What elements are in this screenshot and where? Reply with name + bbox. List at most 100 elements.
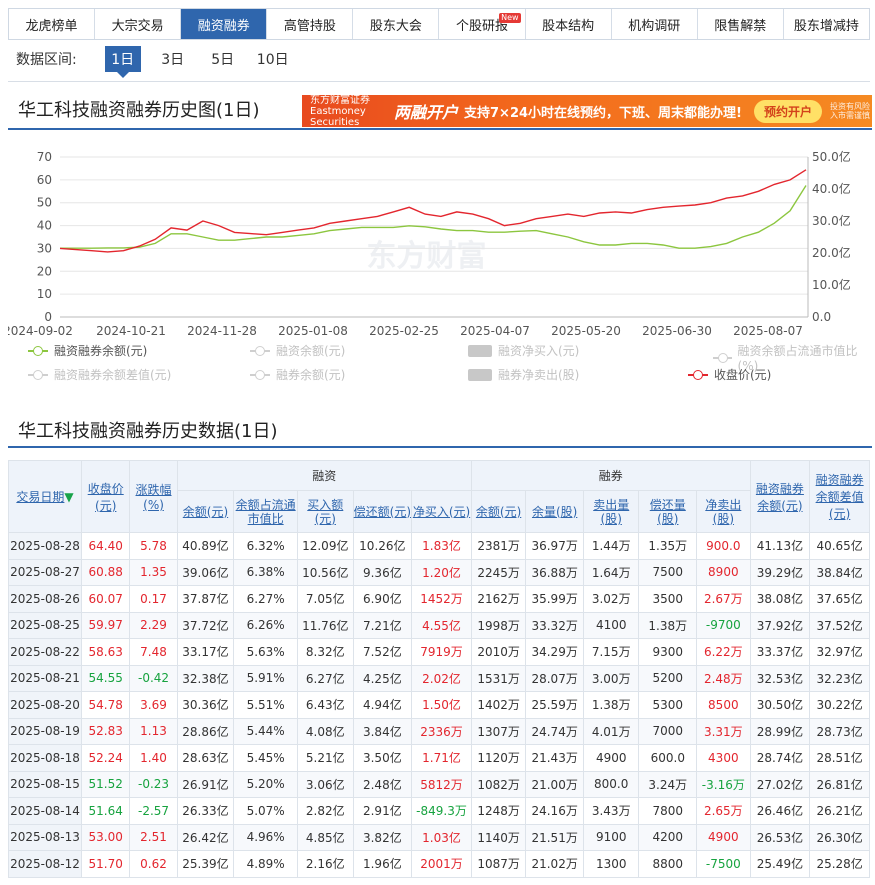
- table-cell: 59.97: [81, 611, 131, 639]
- legend-item[interactable]: 收盘价(元): [688, 366, 771, 383]
- margin-history-table: 交易日期▼ 收盘价(元) 涨跌幅(%) 融资 融券 融资融券余额(元) 融资融券…: [7, 460, 870, 878]
- legend-item[interactable]: 融券净卖出(股): [468, 366, 579, 383]
- nav-tab[interactable]: 限售解禁: [697, 9, 784, 39]
- table-cell: 37.52亿: [809, 611, 870, 639]
- legend-item[interactable]: 融资净买入(元): [468, 342, 579, 359]
- range-option[interactable]: 1日: [104, 46, 141, 78]
- legend-item[interactable]: 融券余额(元): [250, 366, 345, 383]
- table-cell: 30.50亿: [749, 691, 811, 719]
- nav-tab[interactable]: 股东增减持: [783, 9, 869, 39]
- nav-tab[interactable]: 个股研报 New: [439, 9, 526, 39]
- table-cell: 7.48: [129, 638, 178, 666]
- range-option[interactable]: 10日: [255, 46, 291, 72]
- x-tick-label: 2025-05-20: [551, 324, 621, 338]
- cell-date: 2025-08-25: [7, 611, 83, 639]
- table-cell: 51.52: [81, 770, 131, 798]
- y-left-tick-label: 20: [37, 264, 52, 278]
- header-sec-volume[interactable]: 余量(股): [525, 490, 584, 533]
- table-cell: 52.24: [81, 744, 131, 772]
- table-row: 2025-08-19 52.83 1.13 28.86亿 5.44% 4.08亿 3.84亿…: [7, 717, 870, 745]
- table-cell: 8900: [696, 558, 751, 586]
- table-cell: 3.24万: [638, 770, 698, 798]
- header-total-balance[interactable]: 融资融券余额(元): [749, 460, 811, 533]
- nav-tab[interactable]: 融资融券: [181, 9, 268, 39]
- header-date[interactable]: 交易日期▼: [7, 460, 83, 533]
- legend-label: 融券净卖出(股): [498, 368, 580, 382]
- table-row: 2025-08-26 60.07 0.17 37.87亿 6.27% 7.05亿 6.90亿…: [7, 585, 870, 613]
- cell-date: 2025-08-19: [7, 717, 83, 745]
- table-cell: 2381万: [470, 532, 527, 560]
- nav-tab[interactable]: 高管持股: [267, 9, 354, 39]
- table-cell: 2162万: [470, 585, 527, 613]
- header-fin-ratio[interactable]: 余额占流通市值比: [233, 490, 299, 533]
- legend-item[interactable]: 融资融券余额差值(元): [28, 366, 171, 383]
- header-sec-sell[interactable]: 卖出量(股): [582, 490, 640, 533]
- table-cell: 2.48万: [696, 664, 751, 692]
- y-left-tick-label: 40: [37, 219, 52, 233]
- x-tick-label: 2025-04-07: [460, 324, 530, 338]
- y-right-tick-label: 40.0亿: [812, 181, 851, 196]
- table-cell: 6.27%: [233, 585, 299, 613]
- header-fin-net[interactable]: 净买入(元): [411, 490, 472, 533]
- header-close[interactable]: 收盘价(元): [81, 460, 131, 533]
- header-fin-buy[interactable]: 买入额(元): [297, 490, 354, 533]
- legend-item[interactable]: 融资余额(元): [250, 342, 345, 359]
- nav-tab[interactable]: 机构调研: [611, 9, 698, 39]
- banner-logo: 东方财富证券 Eastmoney Securities: [310, 95, 370, 127]
- nav-tab[interactable]: 股本结构: [525, 9, 612, 39]
- table-cell: 4300: [696, 744, 751, 772]
- table-cell: 2.91亿: [352, 797, 413, 825]
- table-cell: 600.0: [638, 744, 698, 772]
- header-balance-diff[interactable]: 融资融券余额差值(元): [809, 460, 870, 533]
- range-option[interactable]: 3日: [155, 46, 191, 72]
- table-cell: 1.50亿: [411, 691, 472, 719]
- header-sec-balance[interactable]: 余额(元): [470, 490, 527, 533]
- y-left-tick-label: 60: [37, 173, 52, 187]
- table-cell: 26.46亿: [749, 797, 811, 825]
- y-left-tick-label: 30: [37, 241, 52, 255]
- table-cell: 2010万: [470, 638, 527, 666]
- table-cell: 51.70: [81, 850, 131, 878]
- table-cell: 1087万: [470, 850, 527, 878]
- table-cell: 33.32万: [525, 611, 584, 639]
- nav-tab-label: 股东大会: [369, 18, 422, 34]
- nav-tab-label: 高管持股: [283, 18, 336, 34]
- table-cell: 0.62: [129, 850, 178, 878]
- table-cell: 39.29亿: [749, 558, 811, 586]
- table-cell: 4.25亿: [352, 664, 413, 692]
- table-cell: 40.89亿: [176, 532, 235, 560]
- table-body: 2025-08-28 64.40 5.78 40.89亿 6.32% 12.09亿 10.2…: [7, 532, 870, 878]
- table-cell: -3.16万: [696, 770, 751, 798]
- table-cell: 60.88: [81, 558, 131, 586]
- table-cell: 27.02亿: [749, 770, 811, 798]
- legend-item[interactable]: 融资融券余额(元): [28, 342, 147, 359]
- nav-tab-label: 大宗交易: [111, 18, 164, 34]
- nav-tab[interactable]: 股东大会: [353, 9, 440, 39]
- table-cell: 1.40: [129, 744, 178, 772]
- table-cell: 36.88万: [525, 558, 584, 586]
- table-cell: 6.90亿: [352, 585, 413, 613]
- header-change[interactable]: 涨跌幅(%): [129, 460, 178, 533]
- table-row: 2025-08-13 53.00 2.51 26.42亿 4.96% 4.85亿 3.82亿…: [7, 823, 870, 851]
- nav-tab[interactable]: 大宗交易: [95, 9, 182, 39]
- table-cell: 1402万: [470, 691, 527, 719]
- range-option[interactable]: 5日: [205, 46, 241, 72]
- banner-open-account-button[interactable]: 预约开户: [753, 99, 822, 123]
- table-cell: 28.99亿: [749, 717, 811, 745]
- header-fin-balance[interactable]: 余额(元): [176, 490, 235, 533]
- table-cell: 4.01万: [582, 717, 640, 745]
- nav-tab[interactable]: 龙虎榜单: [9, 9, 96, 39]
- header-fin-repay[interactable]: 偿还额(元): [352, 490, 413, 533]
- header-sec-repay[interactable]: 偿还量(股): [638, 490, 698, 533]
- y-right-tick-label: 20.0亿: [812, 245, 851, 260]
- table-cell: 5.63%: [233, 638, 299, 666]
- table-cell: 1082万: [470, 770, 527, 798]
- promo-banner[interactable]: 东方财富证券 Eastmoney Securities 两融开户 支持7×24小…: [302, 95, 872, 127]
- table-cell: 5.44%: [233, 717, 299, 745]
- table-cell: 2001万: [411, 850, 472, 878]
- legend-marker: [688, 369, 708, 380]
- header-sec-net[interactable]: 净卖出(股): [696, 490, 751, 533]
- table-cell: 1.96亿: [352, 850, 413, 878]
- table-cell: 10.56亿: [297, 558, 354, 586]
- table-cell: 37.87亿: [176, 585, 235, 613]
